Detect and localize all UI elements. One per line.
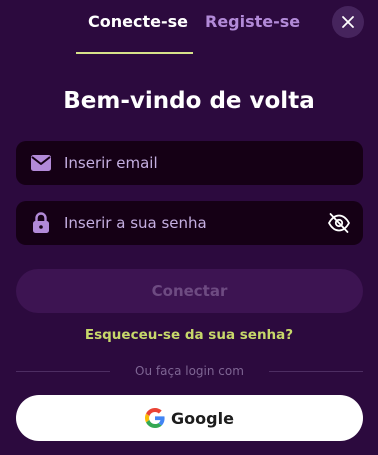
close-button[interactable] (332, 6, 364, 38)
password-input[interactable] (64, 201, 324, 245)
forgot-password-link[interactable]: Esqueceu-se da sua senha? (0, 327, 378, 343)
connect-button[interactable]: Conectar (16, 269, 363, 313)
tab-register[interactable]: Registe-se (205, 12, 300, 34)
email-input[interactable] (64, 141, 324, 185)
google-button-label: Google (171, 408, 234, 428)
envelope-icon (30, 152, 52, 174)
close-icon (342, 16, 354, 28)
divider-line-right (269, 371, 363, 372)
tab-login[interactable]: Conecte-se (88, 12, 188, 34)
password-field (16, 201, 363, 245)
login-divider: Ou faça login com (16, 362, 363, 382)
active-tab-indicator (76, 52, 193, 54)
lock-icon (30, 212, 52, 234)
eye-off-icon (327, 213, 351, 233)
google-login-button[interactable]: Google (16, 395, 363, 441)
login-modal: Conecte-se Registe-se Bem-vindo de volta (0, 0, 378, 455)
google-icon (145, 408, 165, 428)
email-field (16, 141, 363, 185)
auth-tabs: Conecte-se Registe-se (0, 0, 378, 54)
toggle-password-visibility-button[interactable] (327, 211, 351, 235)
page-title: Bem-vindo de volta (63, 88, 315, 114)
